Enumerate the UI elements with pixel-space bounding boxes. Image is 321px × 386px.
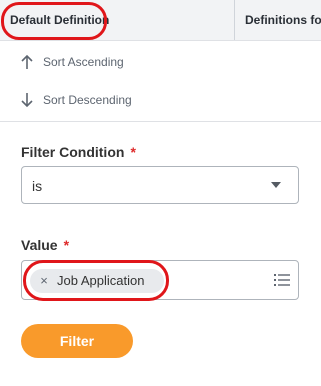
value-prompt-field[interactable]: × Job Application [21,260,299,300]
list-icon[interactable] [274,273,290,287]
value-token-label: Job Application [57,273,145,288]
caret-down-icon [271,182,281,188]
column-header-bar: Default Definition Definitions for [0,0,321,41]
sort-ascending-item[interactable]: Sort Ascending [0,43,321,81]
arrow-up-icon [21,54,33,69]
value-label: Value * [21,237,69,253]
required-indicator: * [130,144,136,160]
column-header-label: Default Definition [10,13,110,27]
sort-ascending-label: Sort Ascending [43,55,124,69]
divider [0,121,321,122]
required-indicator: * [63,237,70,253]
column-header-label: Definitions for [245,13,321,27]
column-header-definitions-for[interactable]: Definitions for [236,0,321,40]
filter-condition-select[interactable]: is [21,166,299,204]
sort-descending-item[interactable]: Sort Descending [0,81,321,119]
filter-condition-value: is [32,178,43,194]
value-token-pill: × Job Application [30,269,164,293]
filter-condition-label: Filter Condition * [21,144,136,160]
filter-condition-label-text: Filter Condition [21,144,125,160]
arrow-down-icon [21,93,33,108]
sort-descending-label: Sort Descending [43,93,132,107]
value-label-text: Value [21,237,58,253]
filter-button[interactable]: Filter [21,324,133,358]
remove-token-icon[interactable]: × [38,274,50,288]
column-header-default-definition[interactable]: Default Definition [0,0,235,40]
